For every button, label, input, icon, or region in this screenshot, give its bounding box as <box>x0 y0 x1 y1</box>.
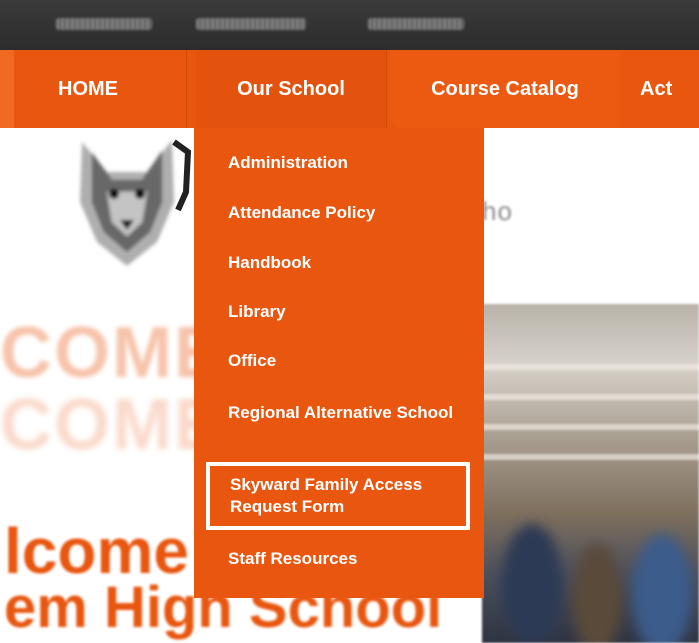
menu-item-skyward-family-access-request-form[interactable]: Skyward Family Access Request Form <box>206 462 470 530</box>
nav-divider <box>186 50 187 128</box>
nav-our-school[interactable]: Our School <box>196 50 386 128</box>
our-school-dropdown-menu: Administration Attendance Policy Handboo… <box>194 128 484 598</box>
page-subtitle-blurred: ho <box>482 196 513 226</box>
menu-item-regional-alternative-school[interactable]: Regional Alternative School <box>228 402 464 424</box>
nav-home[interactable]: HOME <box>58 50 186 128</box>
welcome-text-ghost: COME <box>0 385 224 465</box>
breadcrumb-blurred-1 <box>56 18 152 30</box>
nav-activities-truncated[interactable]: Act <box>640 50 699 128</box>
main-navigation: HOME Our School Course Catalog Act <box>0 50 699 128</box>
wolf-mascot-icon <box>80 139 192 266</box>
menu-item-office[interactable]: Office <box>228 350 464 372</box>
breadcrumb-blurred-3 <box>368 18 464 30</box>
nav-divider <box>386 50 387 128</box>
school-hallway-photo <box>482 304 699 643</box>
breadcrumb-blurred-2 <box>196 18 306 30</box>
menu-item-administration[interactable]: Administration <box>228 152 464 174</box>
welcome-text-ghost: COME <box>0 313 224 393</box>
nav-course-catalog[interactable]: Course Catalog <box>390 50 620 128</box>
menu-item-attendance-policy[interactable]: Attendance Policy <box>228 202 464 224</box>
menu-item-handbook[interactable]: Handbook <box>228 252 464 274</box>
top-utility-bar <box>0 0 699 50</box>
menu-item-library[interactable]: Library <box>228 301 464 323</box>
nav-edge <box>0 50 14 128</box>
menu-item-staff-resources[interactable]: Staff Resources <box>228 548 464 570</box>
